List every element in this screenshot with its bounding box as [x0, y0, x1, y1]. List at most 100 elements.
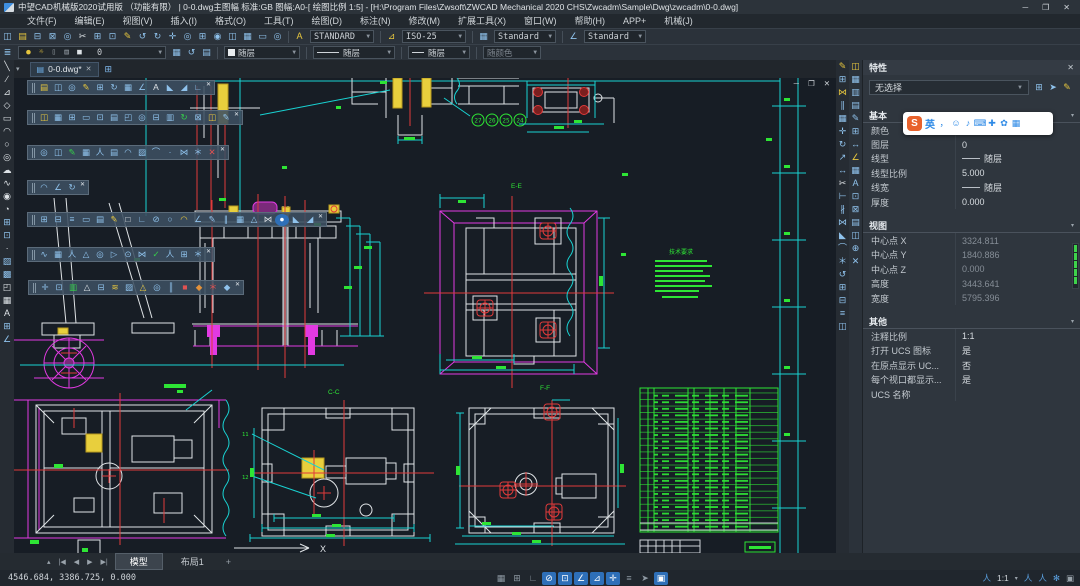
sheet-icon[interactable]: ▭ — [255, 30, 270, 43]
mleader-style-dropdown[interactable]: Standard▼ — [584, 30, 646, 43]
tab-nav-button[interactable]: ▴ — [44, 558, 54, 566]
save-file-icon[interactable]: ⊟ — [30, 30, 45, 43]
document-tab-close-icon[interactable]: ✕ — [86, 65, 92, 73]
offset-icon[interactable]: ∥ — [836, 99, 849, 112]
floating-toolbar-2[interactable]: ◫▦⊞▭⊡▤◰◎⊟▥↻⊠◫✎ ✕ — [27, 110, 243, 125]
layer-states-icon[interactable]: ▤ — [199, 46, 214, 59]
callout-icon[interactable]: ◎ — [135, 112, 149, 124]
layer-on-bulb-icon[interactable]: ● — [22, 47, 35, 58]
corner-join-icon[interactable]: ◣ — [163, 82, 177, 94]
blue-gem-icon[interactable]: ◆ — [220, 282, 234, 294]
section-view[interactable]: 视图▾ — [863, 218, 1080, 233]
floating-toolbar-7[interactable]: ✛⊡▥△⊟≋▨△◎║■◆＊◆ ✕ — [28, 280, 244, 295]
rotate-measure-icon[interactable]: ↻ — [65, 182, 79, 194]
toolbar-close-icon[interactable]: ✕ — [318, 213, 323, 220]
quick-calc-icon[interactable]: ⊞ — [849, 125, 862, 138]
wave-icon[interactable]: ∿ — [37, 249, 51, 261]
star-icon[interactable]: ＊ — [191, 249, 205, 261]
layer-dropdown[interactable]: ●☼▯▤■ 0 ▼ — [18, 46, 166, 59]
explode-icon[interactable]: ＊ — [836, 255, 849, 268]
pen-icon[interactable]: ✎ — [205, 214, 219, 226]
property-value[interactable]: 否 — [955, 358, 1080, 372]
grid-box-icon[interactable]: ▦ — [51, 249, 65, 261]
tab-layout1[interactable]: 布局1 — [167, 554, 218, 569]
toolbar-grip[interactable] — [32, 215, 35, 225]
purge-icon[interactable]: ✕ — [849, 255, 862, 268]
grip-b-icon[interactable]: ⊟ — [51, 214, 65, 226]
gradient-icon[interactable]: ▩ — [1, 268, 14, 281]
sheet-set-icon[interactable]: ▤ — [849, 99, 862, 112]
image-ref-icon[interactable]: ▤ — [93, 214, 107, 226]
user-tool-icon[interactable]: 人 — [93, 147, 107, 159]
properties-palette-icon[interactable]: ◫ — [849, 60, 862, 73]
ime-skin-icon[interactable]: ✿ — [998, 117, 1010, 131]
polygon-icon[interactable]: ◇ — [1, 99, 14, 112]
region-icon[interactable]: ◰ — [1, 281, 14, 294]
doc-minimize-icon[interactable]: ─ — [794, 79, 799, 88]
point-icon[interactable]: ∙ — [1, 242, 14, 255]
named-views-icon[interactable]: ▦ — [240, 30, 255, 43]
circle-icon[interactable]: ○ — [1, 138, 14, 151]
menu-item[interactable]: 工具(T) — [255, 14, 303, 28]
chamfer-icon[interactable]: ◣ — [836, 229, 849, 242]
ime-mode-toggle[interactable]: 英 — [925, 116, 935, 131]
ruler-icon[interactable]: △ — [80, 282, 94, 294]
field-icon[interactable]: A — [849, 177, 862, 190]
zoom-previous-icon[interactable]: ◉ — [210, 30, 225, 43]
select-objects-icon[interactable]: ➤ — [1046, 81, 1060, 95]
menu-item[interactable]: 视图(V) — [114, 14, 162, 28]
extend-icon[interactable]: ⊢ — [836, 190, 849, 203]
frame-icon[interactable]: ▭ — [79, 214, 93, 226]
table-view-icon[interactable]: ⊞ — [65, 112, 79, 124]
redo-icon[interactable]: ↻ — [150, 30, 165, 43]
layer-plot-icon[interactable]: ▤ — [60, 47, 73, 58]
tool-palettes-icon[interactable]: ▥ — [849, 86, 862, 99]
fillet-icon[interactable]: ⌒ — [836, 242, 849, 255]
leader-tool-icon[interactable]: ∠ — [135, 82, 149, 94]
mtext-icon[interactable]: A — [1, 307, 14, 320]
menu-item[interactable]: 标注(N) — [351, 14, 400, 28]
cut-icon[interactable]: ✂ — [75, 30, 90, 43]
floating-toolbar-4[interactable]: ◠∠↻ ✕ — [27, 180, 89, 195]
move-icon[interactable]: ✛ — [836, 125, 849, 138]
polar-toggle-icon[interactable]: ⊘ — [542, 572, 556, 585]
grid-tool-icon[interactable]: ▦ — [121, 82, 135, 94]
new-document-button[interactable]: ⊞ — [105, 64, 113, 75]
section-other[interactable]: 其他▾ — [863, 314, 1080, 329]
property-value[interactable]: 1840.886 — [955, 248, 1080, 262]
stretch-icon[interactable]: ↔ — [836, 164, 849, 177]
dim-leader-icon[interactable]: ∠ — [849, 151, 862, 164]
toolbar-close-icon[interactable]: ✕ — [220, 146, 225, 153]
ducs-toggle-icon[interactable]: ⊿ — [590, 572, 604, 585]
fillet-tool-icon[interactable]: ⌒ — [149, 147, 163, 159]
xref-icon[interactable]: ⊠ — [849, 203, 862, 216]
break-icon[interactable]: ∦ — [836, 203, 849, 216]
property-value[interactable]: 5795.396 — [955, 291, 1080, 305]
text-tool-icon[interactable]: A — [149, 82, 163, 94]
ime-voice-icon[interactable]: ♪ — [962, 117, 974, 131]
node-tool-icon[interactable]: ∙ — [163, 147, 177, 159]
array-icon[interactable]: ▦ — [836, 112, 849, 125]
property-value[interactable]: 5.000 — [955, 166, 1080, 180]
ime-toolbox-icon[interactable]: ✚ — [986, 117, 998, 131]
selection-dropdown[interactable]: 无选择▼ — [869, 80, 1029, 95]
draw-order-icon[interactable]: ≡ — [836, 307, 849, 320]
columns-icon[interactable]: ∥ — [219, 214, 233, 226]
zoom-realtime-icon[interactable]: ◎ — [180, 30, 195, 43]
sheet-view-icon[interactable]: ▭ — [79, 112, 93, 124]
open-file-icon[interactable]: ▤ — [15, 30, 30, 43]
corner-a-icon[interactable]: ◣ — [289, 214, 303, 226]
new-file-icon[interactable]: ◫ — [0, 30, 15, 43]
viewports-icon[interactable]: ◫ — [225, 30, 240, 43]
line-icon[interactable]: ╲ — [1, 60, 14, 73]
clean-screen-icon[interactable]: ▣ — [1066, 573, 1074, 584]
ime-toolbar[interactable]: S 英 ，☺♪⌨✚✿▦ — [903, 112, 1053, 135]
property-value[interactable]: 1:1 — [955, 329, 1080, 343]
toolbar-grip[interactable] — [32, 148, 35, 158]
user-a-icon[interactable]: 人 — [65, 249, 79, 261]
menu-item[interactable]: 修改(M) — [400, 14, 450, 28]
mirror-icon[interactable]: ⋈ — [836, 86, 849, 99]
rectangle-icon[interactable]: ▭ — [1, 112, 14, 125]
up-arrow-icon[interactable]: △ — [79, 249, 93, 261]
arc-tool-icon[interactable]: ◠ — [121, 147, 135, 159]
